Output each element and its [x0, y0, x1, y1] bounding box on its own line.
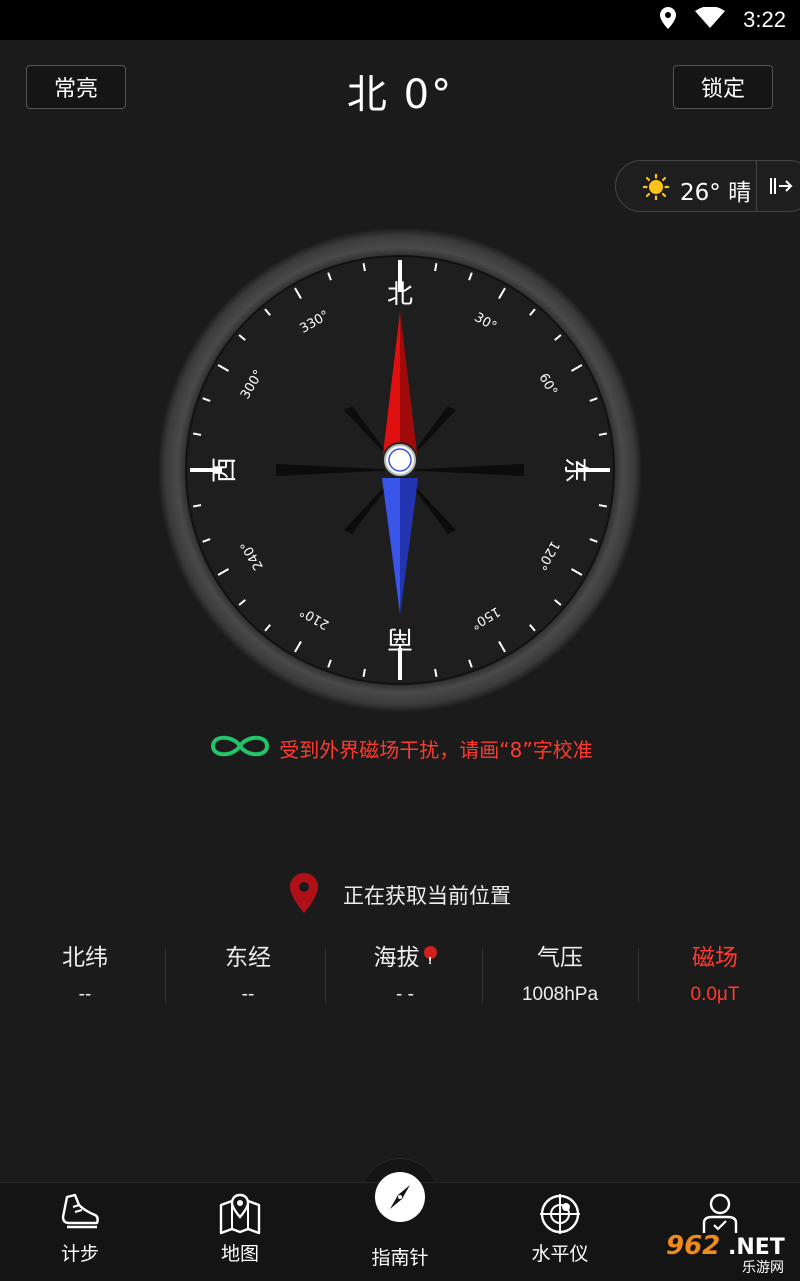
weather-divider	[756, 161, 757, 211]
weather-pill[interactable]: 26° 晴	[615, 160, 800, 212]
location-status: 正在获取当前位置	[0, 872, 800, 918]
sensor-stats: 北纬 -- 东经 -- 海拔 - - 气压 1008hPa 磁场 0.0μT	[0, 940, 800, 1020]
infinity-icon	[207, 732, 273, 764]
cardinal-south: 南	[387, 624, 413, 654]
stat-value: - -	[396, 984, 414, 1005]
dial-tick	[434, 668, 438, 677]
stat-label: 东经	[225, 945, 271, 971]
dial-tick	[598, 504, 607, 508]
nav-item-compass[interactable]: 指南针	[320, 1172, 480, 1281]
lock-button[interactable]: 锁定	[673, 65, 773, 109]
svg-text:962: 962	[666, 1231, 720, 1261]
nav-label: 计步	[60, 1243, 99, 1265]
stat-value: 1008hPa	[521, 984, 599, 1005]
dial-tick	[434, 263, 438, 272]
map-pin-icon	[160, 1193, 320, 1235]
nav-item-map[interactable]: 地图	[160, 1183, 320, 1281]
site-watermark-logo: 962 .NET 乐游网	[666, 1231, 785, 1276]
stat-longitude: 东经 --	[168, 940, 328, 1006]
stat-latitude: 北纬 --	[5, 940, 165, 1006]
dial-tick	[598, 432, 607, 436]
sun-icon	[642, 173, 670, 204]
stat-altitude[interactable]: 海拔 - -	[325, 940, 485, 1006]
collapse-arrow-icon[interactable]	[766, 173, 794, 203]
warning-icon	[423, 944, 437, 980]
stat-label: 海拔	[325, 940, 485, 980]
stat-label-text: 海拔	[373, 945, 420, 971]
dial-tick	[193, 432, 202, 436]
nav-item-level[interactable]: 水平仪	[480, 1183, 640, 1281]
stat-value: 0.0μT	[690, 984, 740, 1005]
calibration-warning[interactable]: 受到外界磁场干扰，请画“8”字校准	[0, 732, 800, 764]
dial-tick	[362, 263, 366, 272]
weather-text: 26° 晴	[680, 180, 752, 206]
nav-label: 指南针	[371, 1247, 429, 1269]
stat-label: 气压	[537, 945, 583, 971]
calibration-message: 受到外界磁场干扰，请画“8”字校准	[279, 737, 593, 762]
level-icon	[480, 1193, 640, 1235]
wifi-icon	[695, 6, 726, 33]
svg-text:乐游网: 乐游网	[742, 1260, 784, 1276]
status-bar: 3:22	[0, 0, 800, 40]
shoe-icon	[0, 1193, 160, 1233]
nav-item-pedometer[interactable]: 计步	[0, 1183, 160, 1281]
stat-value: --	[241, 984, 255, 1005]
cardinal-west: 西	[210, 457, 240, 483]
dial-tick	[362, 668, 366, 677]
compass-icon	[320, 1171, 480, 1223]
status-time: 3:22	[743, 7, 786, 32]
dial-tick	[193, 504, 202, 508]
stat-divider	[165, 948, 166, 1003]
location-icon	[659, 6, 677, 34]
map-marker-icon	[289, 872, 319, 918]
stat-label: 磁场	[692, 945, 738, 971]
stat-magnetic-field: 磁场 0.0μT	[635, 940, 795, 1006]
cardinal-north: 北	[387, 280, 413, 310]
location-status-text: 正在获取当前位置	[343, 884, 511, 908]
nav-label: 地图	[220, 1243, 259, 1265]
nav-label: 水平仪	[531, 1243, 589, 1265]
stat-pressure: 气压 1008hPa	[480, 940, 640, 1006]
svg-text:.NET: .NET	[728, 1235, 785, 1260]
stat-value: --	[78, 984, 92, 1005]
stat-label: 北纬	[62, 945, 108, 971]
cardinal-east: 东	[560, 457, 590, 483]
compass-dial: 30°60°120°150°210°240°300°330° 北 东 南 西	[158, 228, 642, 712]
